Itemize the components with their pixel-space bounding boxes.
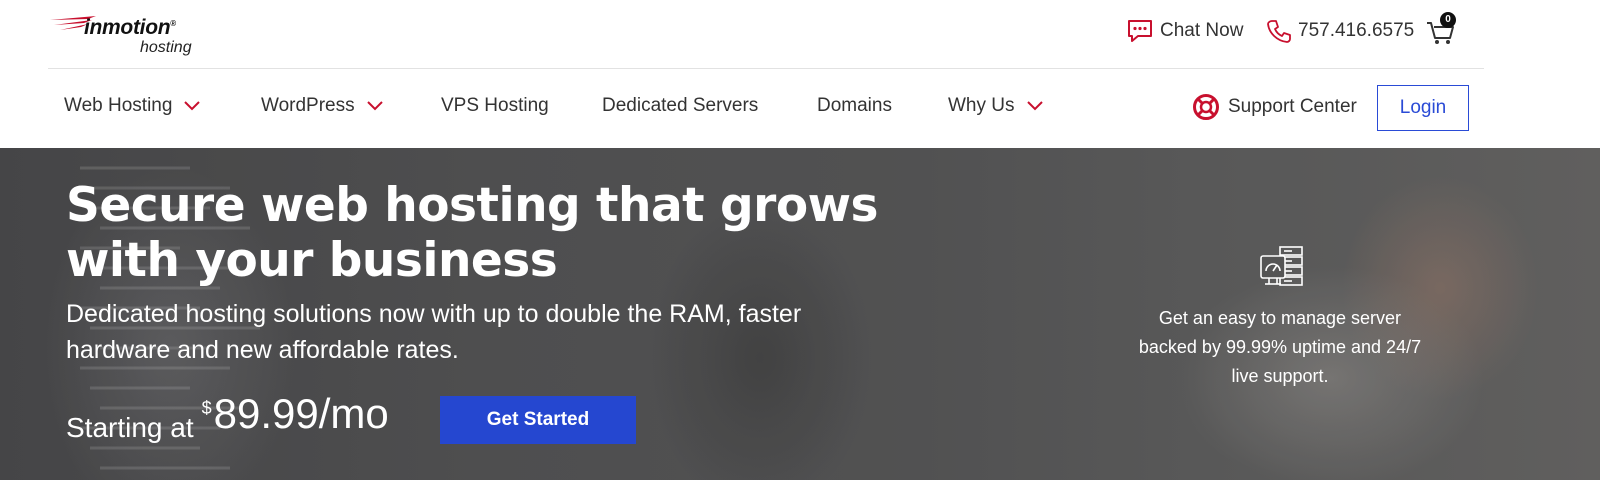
feature-description: Get an easy to manage server backed by 9…: [1138, 308, 1422, 386]
phone-number: 757.416.6575: [1298, 20, 1415, 41]
chevron-down-icon: [1026, 101, 1043, 111]
nav-item-label: Domains: [817, 95, 892, 116]
get-started-button[interactable]: Get Started: [440, 396, 636, 444]
server-dashboard-icon: [1260, 246, 1303, 286]
phone-icon: [1267, 20, 1291, 43]
login-button[interactable]: Login: [1377, 85, 1469, 131]
hero-title: Secure web hosting that grows with your …: [66, 178, 879, 288]
nav-item-why-us[interactable]: Why Us: [948, 95, 1043, 117]
price-currency: $: [201, 398, 212, 418]
nav-item-vps-hosting[interactable]: VPS Hosting: [441, 95, 549, 117]
nav-item-label: Web Hosting: [64, 95, 173, 116]
inmotion-hosting-logo[interactable]: inmotion® hosting: [48, 8, 218, 56]
logo-subtext: hosting: [140, 39, 192, 56]
logo-wordmark: inmotion®: [84, 16, 176, 39]
chat-now-label: Chat Now: [1160, 20, 1244, 41]
support-center-link[interactable]: Support Center: [1192, 93, 1357, 121]
support-center-label: Support Center: [1228, 96, 1357, 117]
nav-item-web-hosting[interactable]: Web Hosting: [64, 95, 201, 117]
nav-item-domains[interactable]: Domains: [817, 95, 892, 117]
lifebuoy-icon: [1193, 94, 1219, 120]
nav-item-dedicated-servers[interactable]: Dedicated Servers: [602, 95, 758, 117]
main-nav: Web Hosting WordPress VPS Hosting Dedica…: [0, 69, 1600, 148]
chat-now-link[interactable]: Chat Now: [1126, 0, 1243, 62]
nav-item-label: Why Us: [948, 95, 1015, 116]
chat-bubble-icon: [1128, 20, 1152, 42]
hero-banner: Secure web hosting that grows with your …: [0, 148, 1600, 480]
cart-button[interactable]: 0: [1426, 12, 1456, 46]
cart-count-badge: 0: [1440, 12, 1456, 28]
top-bar: inmotion® hosting Chat Now 757.416.6575: [0, 0, 1600, 68]
nav-item-wordpress[interactable]: WordPress: [261, 95, 383, 117]
chevron-down-icon: [366, 101, 383, 111]
price-amount: 89.99/mo: [213, 390, 389, 437]
nav-item-label: Dedicated Servers: [602, 95, 759, 116]
starting-price: Starting at $ 89.99/mo: [66, 386, 389, 444]
chevron-down-icon: [184, 101, 201, 111]
price-prefix: Starting at: [66, 412, 194, 443]
phone-link[interactable]: 757.416.6575: [1266, 0, 1414, 62]
hero-subtitle: Dedicated hosting solutions now with up …: [66, 300, 802, 364]
nav-item-label: VPS Hosting: [441, 95, 549, 116]
nav-item-label: WordPress: [261, 95, 355, 116]
